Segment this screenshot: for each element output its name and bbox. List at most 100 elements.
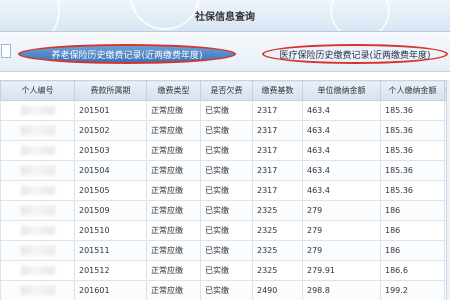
cell-paid: 已实缴: [200, 280, 253, 300]
redacted-id: [20, 106, 55, 115]
tab-scroll-marker: [1, 44, 11, 58]
table-row[interactable]: 201505正常应缴已实缴2317463.4185.366: [0, 180, 450, 201]
cell-base: 2317: [252, 180, 303, 201]
cell-base: 2325: [252, 240, 303, 261]
redacted-id: [20, 206, 55, 215]
cell-unit: 279: [302, 220, 381, 241]
table-row[interactable]: 201601正常应缴已实缴2490298.8199.24: [0, 280, 450, 300]
cell-unit: 298.8: [302, 280, 381, 300]
cell-personal: 185.36: [380, 120, 445, 141]
table-row[interactable]: 201511正常应缴已实缴23252791864: [0, 240, 450, 261]
cell-base: 2325: [252, 220, 303, 241]
column-header[interactable]: 单位缴纳金额: [302, 80, 381, 101]
cell-type: 正常应缴: [146, 240, 201, 261]
cell-unit: 463.4: [302, 100, 381, 121]
cell-unit: 463.4: [302, 140, 381, 161]
cell-base: 2325: [252, 200, 303, 221]
tab-pension-history[interactable]: 养老保险历史缴费记录(近两缴费年度): [18, 44, 236, 64]
cell-personal: 185.36: [380, 180, 445, 201]
cell-person-id: [0, 120, 75, 141]
column-header[interactable]: 缴费基数: [252, 80, 303, 101]
cell-period: 201510: [74, 220, 147, 241]
cell-period: 201504: [74, 160, 147, 181]
cell-type: 正常应缴: [146, 280, 201, 300]
cell-base: 2490: [252, 280, 303, 300]
cell-period: 201502: [74, 120, 147, 141]
cell-base: 2317: [252, 140, 303, 161]
table-row[interactable]: 201501正常应缴已实缴2317463.4185.366: [0, 100, 450, 121]
cell-type: 正常应缴: [146, 220, 201, 241]
cell-type: 正常应缴: [146, 160, 201, 181]
cell-type: 正常应缴: [146, 100, 201, 121]
tab-medical-history[interactable]: 医疗保险历史缴费记录(近两缴费年度): [262, 44, 448, 64]
table-row[interactable]: 201504正常应缴已实缴2317463.4185.366: [0, 160, 450, 181]
cell-paid: 已实缴: [200, 140, 253, 161]
column-header[interactable]: 个人缴纳金额: [380, 80, 445, 101]
cell-period: 201509: [74, 200, 147, 221]
redacted-id: [20, 126, 55, 135]
table-row[interactable]: 201503正常应缴已实缴2317463.4185.366: [0, 140, 450, 161]
table-row[interactable]: 201509正常应缴已实缴23252791864: [0, 200, 450, 221]
cell-period: 201501: [74, 100, 147, 121]
cell-paid: 已实缴: [200, 120, 253, 141]
cell-paid: 已实缴: [200, 200, 253, 221]
cell-paid: 已实缴: [200, 260, 253, 281]
redacted-id: [20, 226, 55, 235]
column-header[interactable]: 费款所属期: [74, 80, 147, 101]
cell-unit: 279: [302, 240, 381, 261]
cell-personal: 185.36: [380, 160, 445, 181]
column-header[interactable]: 是否欠费: [200, 80, 253, 101]
tab-bar: 养老保险历史缴费记录(近两缴费年度) 医疗保险历史缴费记录(近两缴费年度): [0, 32, 450, 72]
cell-type: 正常应缴: [146, 260, 201, 281]
cell-period: 201512: [74, 260, 147, 281]
cell-type: 正常应缴: [146, 200, 201, 221]
cell-personal: 199.2: [380, 280, 445, 300]
redacted-id: [20, 246, 55, 255]
window-titlebar: 社保信息查询: [0, 0, 450, 32]
cell-paid: 已实缴: [200, 180, 253, 201]
cell-type: 正常应缴: [146, 120, 201, 141]
cell-personal: 186.6: [380, 260, 445, 281]
cell-person-id: [0, 240, 75, 261]
column-header[interactable]: 缴费类型: [146, 80, 201, 101]
redacted-id: [20, 186, 55, 195]
cell-person-id: [0, 200, 75, 221]
cell-unit: 279.91: [302, 260, 381, 281]
redacted-id: [20, 266, 55, 275]
cell-person-id: [0, 160, 75, 181]
cell-unit: 463.4: [302, 180, 381, 201]
cell-base: 2317: [252, 160, 303, 181]
cell-base: 2317: [252, 100, 303, 121]
table-row[interactable]: 201512正常应缴已实缴2325279.91186.64: [0, 260, 450, 281]
cell-period: 201601: [74, 280, 147, 300]
cell-unit: 463.4: [302, 160, 381, 181]
table-row[interactable]: 201510正常应缴已实缴23252791864: [0, 220, 450, 241]
window-title: 社保信息查询: [195, 12, 255, 23]
redacted-id: [20, 166, 55, 175]
cell-base: 2325: [252, 260, 303, 281]
cell-personal: 185.36: [380, 140, 445, 161]
cell-person-id: [0, 260, 75, 281]
cell-type: 正常应缴: [146, 140, 201, 161]
cell-personal: 186: [380, 240, 445, 261]
cell-person-id: [0, 180, 75, 201]
cell-period: 201503: [74, 140, 147, 161]
cell-paid: 已实缴: [200, 220, 253, 241]
cell-unit: 279: [302, 200, 381, 221]
cell-personal: 185.36: [380, 100, 445, 121]
cell-paid: 已实缴: [200, 240, 253, 261]
cell-person-id: [0, 140, 75, 161]
cell-unit: 463.4: [302, 120, 381, 141]
cell-paid: 已实缴: [200, 100, 253, 121]
cell-personal: 186: [380, 200, 445, 221]
cell-person-id: [0, 280, 75, 300]
cell-personal: 186: [380, 220, 445, 241]
table-row[interactable]: 201502正常应缴已实缴2317463.4185.366: [0, 120, 450, 141]
cell-base: 2317: [252, 120, 303, 141]
payment-history-table: 个人编号 费款所属期 缴费类型 是否欠费 缴费基数 单位缴纳金额 个人缴纳金额 …: [0, 80, 450, 300]
column-header[interactable]: 个人编号: [0, 80, 75, 101]
scroll-edge: [446, 80, 450, 300]
cell-person-id: [0, 220, 75, 241]
cell-person-id: [0, 100, 75, 121]
redacted-id: [20, 146, 55, 155]
